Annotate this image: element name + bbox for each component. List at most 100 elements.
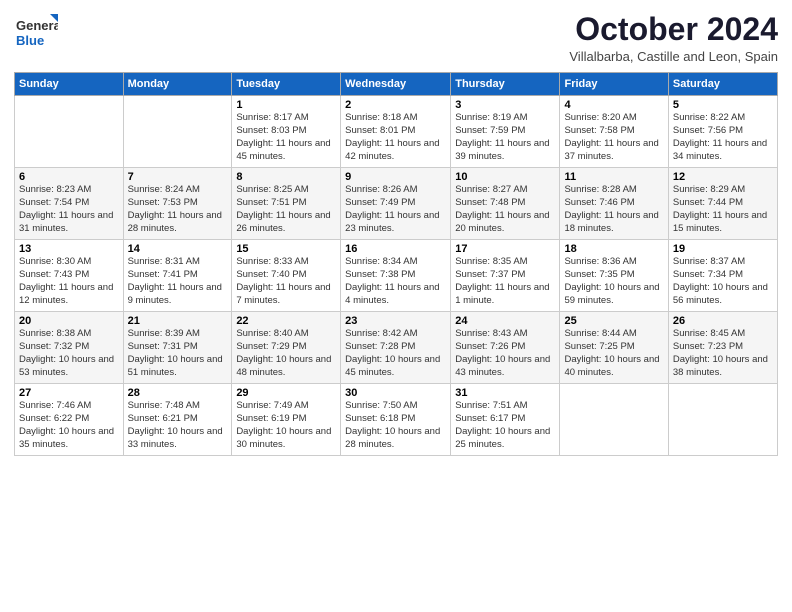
calendar-week-row: 27Sunrise: 7:46 AM Sunset: 6:22 PM Dayli…	[15, 384, 778, 456]
calendar-cell: 17Sunrise: 8:35 AM Sunset: 7:37 PM Dayli…	[451, 240, 560, 312]
cell-info: Sunrise: 7:49 AM Sunset: 6:19 PM Dayligh…	[236, 400, 336, 451]
day-number: 12	[673, 171, 773, 183]
cell-info: Sunrise: 8:40 AM Sunset: 7:29 PM Dayligh…	[236, 328, 336, 379]
title-block: October 2024 Villalbarba, Castille and L…	[569, 12, 778, 64]
cell-info: Sunrise: 8:27 AM Sunset: 7:48 PM Dayligh…	[455, 184, 555, 235]
cell-info: Sunrise: 8:39 AM Sunset: 7:31 PM Dayligh…	[128, 328, 228, 379]
cell-info: Sunrise: 8:20 AM Sunset: 7:58 PM Dayligh…	[564, 112, 663, 163]
cell-info: Sunrise: 8:34 AM Sunset: 7:38 PM Dayligh…	[345, 256, 446, 307]
calendar-cell: 21Sunrise: 8:39 AM Sunset: 7:31 PM Dayli…	[123, 312, 232, 384]
col-wednesday: Wednesday	[341, 73, 451, 96]
cell-info: Sunrise: 8:19 AM Sunset: 7:59 PM Dayligh…	[455, 112, 555, 163]
calendar-cell: 12Sunrise: 8:29 AM Sunset: 7:44 PM Dayli…	[668, 168, 777, 240]
cell-info: Sunrise: 8:35 AM Sunset: 7:37 PM Dayligh…	[455, 256, 555, 307]
cell-info: Sunrise: 8:42 AM Sunset: 7:28 PM Dayligh…	[345, 328, 446, 379]
cell-info: Sunrise: 7:51 AM Sunset: 6:17 PM Dayligh…	[455, 400, 555, 451]
calendar-cell	[668, 384, 777, 456]
day-number: 30	[345, 387, 446, 399]
day-number: 8	[236, 171, 336, 183]
calendar-cell: 30Sunrise: 7:50 AM Sunset: 6:18 PM Dayli…	[341, 384, 451, 456]
calendar-cell: 20Sunrise: 8:38 AM Sunset: 7:32 PM Dayli…	[15, 312, 124, 384]
cell-info: Sunrise: 8:17 AM Sunset: 8:03 PM Dayligh…	[236, 112, 336, 163]
day-number: 3	[455, 99, 555, 111]
cell-info: Sunrise: 8:18 AM Sunset: 8:01 PM Dayligh…	[345, 112, 446, 163]
calendar-cell: 11Sunrise: 8:28 AM Sunset: 7:46 PM Dayli…	[560, 168, 668, 240]
cell-info: Sunrise: 8:28 AM Sunset: 7:46 PM Dayligh…	[564, 184, 663, 235]
svg-text:General: General	[16, 18, 58, 33]
calendar-cell: 6Sunrise: 8:23 AM Sunset: 7:54 PM Daylig…	[15, 168, 124, 240]
day-number: 24	[455, 315, 555, 327]
cell-info: Sunrise: 8:37 AM Sunset: 7:34 PM Dayligh…	[673, 256, 773, 307]
calendar-cell: 1Sunrise: 8:17 AM Sunset: 8:03 PM Daylig…	[232, 96, 341, 168]
cell-info: Sunrise: 8:33 AM Sunset: 7:40 PM Dayligh…	[236, 256, 336, 307]
logo: General Blue	[14, 12, 58, 56]
day-number: 23	[345, 315, 446, 327]
col-friday: Friday	[560, 73, 668, 96]
cell-info: Sunrise: 8:23 AM Sunset: 7:54 PM Dayligh…	[19, 184, 119, 235]
svg-text:Blue: Blue	[16, 33, 44, 48]
cell-info: Sunrise: 8:43 AM Sunset: 7:26 PM Dayligh…	[455, 328, 555, 379]
day-number: 7	[128, 171, 228, 183]
day-number: 19	[673, 243, 773, 255]
calendar-cell	[123, 96, 232, 168]
day-number: 28	[128, 387, 228, 399]
calendar-cell: 9Sunrise: 8:26 AM Sunset: 7:49 PM Daylig…	[341, 168, 451, 240]
calendar-cell: 24Sunrise: 8:43 AM Sunset: 7:26 PM Dayli…	[451, 312, 560, 384]
day-number: 4	[564, 99, 663, 111]
calendar-cell: 16Sunrise: 8:34 AM Sunset: 7:38 PM Dayli…	[341, 240, 451, 312]
cell-info: Sunrise: 8:30 AM Sunset: 7:43 PM Dayligh…	[19, 256, 119, 307]
logo-icon: General Blue	[14, 12, 58, 56]
col-saturday: Saturday	[668, 73, 777, 96]
calendar-week-row: 13Sunrise: 8:30 AM Sunset: 7:43 PM Dayli…	[15, 240, 778, 312]
location-subtitle: Villalbarba, Castille and Leon, Spain	[569, 49, 778, 64]
page: General Blue October 2024 Villalbarba, C…	[0, 0, 792, 612]
col-thursday: Thursday	[451, 73, 560, 96]
calendar-cell: 27Sunrise: 7:46 AM Sunset: 6:22 PM Dayli…	[15, 384, 124, 456]
cell-info: Sunrise: 8:36 AM Sunset: 7:35 PM Dayligh…	[564, 256, 663, 307]
calendar-cell: 19Sunrise: 8:37 AM Sunset: 7:34 PM Dayli…	[668, 240, 777, 312]
cell-info: Sunrise: 8:24 AM Sunset: 7:53 PM Dayligh…	[128, 184, 228, 235]
calendar-cell: 18Sunrise: 8:36 AM Sunset: 7:35 PM Dayli…	[560, 240, 668, 312]
month-year-title: October 2024	[569, 12, 778, 47]
col-sunday: Sunday	[15, 73, 124, 96]
day-number: 27	[19, 387, 119, 399]
cell-info: Sunrise: 8:45 AM Sunset: 7:23 PM Dayligh…	[673, 328, 773, 379]
day-number: 18	[564, 243, 663, 255]
day-number: 1	[236, 99, 336, 111]
calendar-week-row: 20Sunrise: 8:38 AM Sunset: 7:32 PM Dayli…	[15, 312, 778, 384]
day-number: 14	[128, 243, 228, 255]
calendar-cell: 31Sunrise: 7:51 AM Sunset: 6:17 PM Dayli…	[451, 384, 560, 456]
day-number: 25	[564, 315, 663, 327]
day-number: 31	[455, 387, 555, 399]
calendar-table: Sunday Monday Tuesday Wednesday Thursday…	[14, 72, 778, 456]
calendar-cell	[560, 384, 668, 456]
calendar-week-row: 6Sunrise: 8:23 AM Sunset: 7:54 PM Daylig…	[15, 168, 778, 240]
day-number: 9	[345, 171, 446, 183]
cell-info: Sunrise: 8:38 AM Sunset: 7:32 PM Dayligh…	[19, 328, 119, 379]
cell-info: Sunrise: 8:26 AM Sunset: 7:49 PM Dayligh…	[345, 184, 446, 235]
calendar-cell: 8Sunrise: 8:25 AM Sunset: 7:51 PM Daylig…	[232, 168, 341, 240]
calendar-cell: 14Sunrise: 8:31 AM Sunset: 7:41 PM Dayli…	[123, 240, 232, 312]
day-number: 17	[455, 243, 555, 255]
col-monday: Monday	[123, 73, 232, 96]
cell-info: Sunrise: 7:50 AM Sunset: 6:18 PM Dayligh…	[345, 400, 446, 451]
day-number: 10	[455, 171, 555, 183]
day-number: 11	[564, 171, 663, 183]
cell-info: Sunrise: 8:25 AM Sunset: 7:51 PM Dayligh…	[236, 184, 336, 235]
calendar-cell: 28Sunrise: 7:48 AM Sunset: 6:21 PM Dayli…	[123, 384, 232, 456]
cell-info: Sunrise: 8:22 AM Sunset: 7:56 PM Dayligh…	[673, 112, 773, 163]
calendar-cell: 5Sunrise: 8:22 AM Sunset: 7:56 PM Daylig…	[668, 96, 777, 168]
day-number: 5	[673, 99, 773, 111]
cell-info: Sunrise: 8:29 AM Sunset: 7:44 PM Dayligh…	[673, 184, 773, 235]
day-number: 29	[236, 387, 336, 399]
calendar-cell: 23Sunrise: 8:42 AM Sunset: 7:28 PM Dayli…	[341, 312, 451, 384]
header: General Blue October 2024 Villalbarba, C…	[14, 12, 778, 64]
cell-info: Sunrise: 8:31 AM Sunset: 7:41 PM Dayligh…	[128, 256, 228, 307]
calendar-week-row: 1Sunrise: 8:17 AM Sunset: 8:03 PM Daylig…	[15, 96, 778, 168]
calendar-cell: 7Sunrise: 8:24 AM Sunset: 7:53 PM Daylig…	[123, 168, 232, 240]
day-number: 21	[128, 315, 228, 327]
day-number: 16	[345, 243, 446, 255]
calendar-cell: 22Sunrise: 8:40 AM Sunset: 7:29 PM Dayli…	[232, 312, 341, 384]
calendar-cell: 3Sunrise: 8:19 AM Sunset: 7:59 PM Daylig…	[451, 96, 560, 168]
col-tuesday: Tuesday	[232, 73, 341, 96]
